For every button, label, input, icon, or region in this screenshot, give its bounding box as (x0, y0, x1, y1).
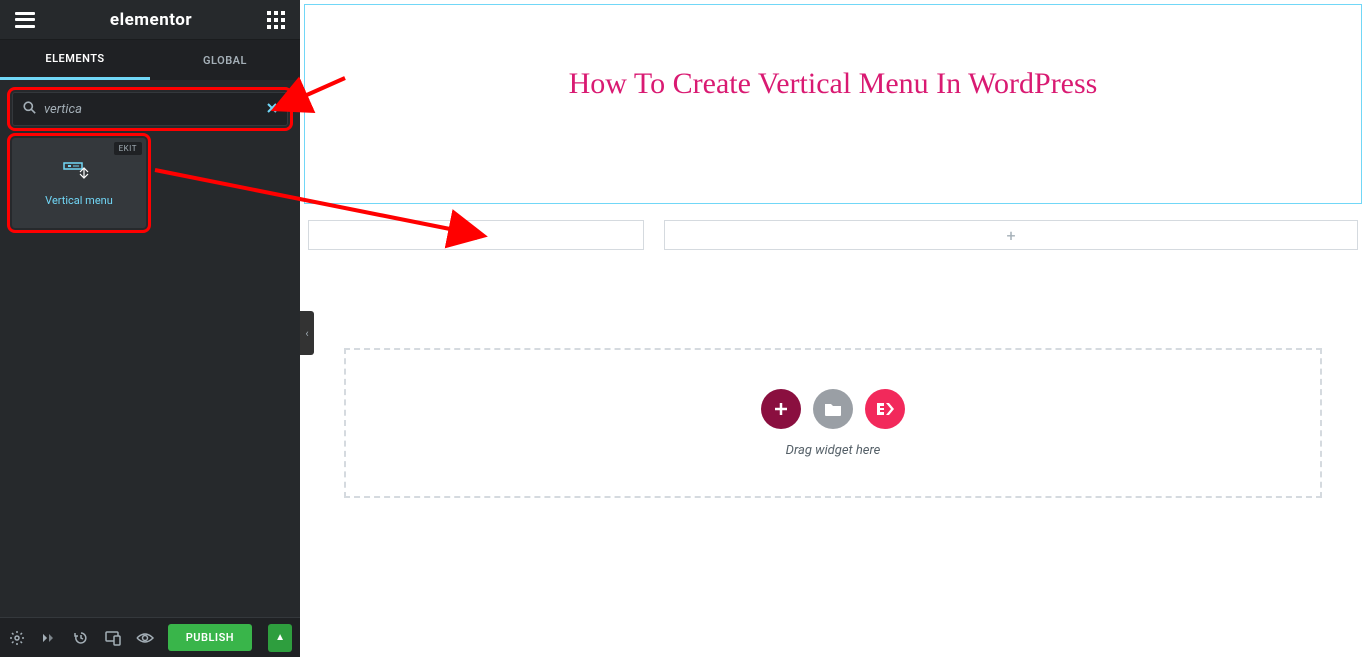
new-section-dropzone[interactable]: Drag widget here (344, 348, 1322, 498)
collapse-sidebar-icon[interactable]: ‹ (300, 311, 314, 355)
clear-search-icon[interactable] (267, 103, 277, 116)
page-title: How To Create Vertical Menu In WordPress (569, 67, 1098, 101)
plus-icon: + (471, 226, 480, 245)
publish-options[interactable]: ▲ (268, 624, 292, 652)
history-icon[interactable] (72, 629, 90, 647)
search-wrap (0, 80, 300, 138)
tab-elements[interactable]: ELEMENTS (0, 40, 150, 80)
elementor-sidebar: elementor ELEMENTS GLOBAL EKIT (0, 0, 300, 657)
brand-logo: elementor (110, 10, 192, 30)
settings-icon[interactable] (8, 629, 26, 647)
tab-global[interactable]: GLOBAL (150, 40, 300, 80)
columns-row: + + (304, 220, 1362, 250)
empty-column-right[interactable]: + (664, 220, 1358, 250)
editor-canvas: How To Create Vertical Menu In WordPress… (300, 0, 1366, 657)
search-input[interactable] (44, 102, 267, 117)
section-actions (761, 389, 905, 429)
sidebar-footer: PUBLISH ▲ (0, 617, 300, 657)
search-icon (23, 101, 36, 118)
widgets-grid: EKIT Vertical menu (0, 138, 300, 228)
active-section[interactable]: How To Create Vertical Menu In WordPress (304, 4, 1362, 204)
responsive-icon[interactable] (104, 629, 122, 647)
add-section-button[interactable] (761, 389, 801, 429)
elementskit-button[interactable] (865, 389, 905, 429)
sidebar-tabs: ELEMENTS GLOBAL (0, 40, 300, 80)
ekit-badge: EKIT (114, 142, 142, 155)
apps-grid-icon[interactable] (267, 11, 285, 29)
vertical-menu-icon (64, 160, 94, 184)
navigator-icon[interactable] (40, 629, 58, 647)
widget-vertical-menu[interactable]: EKIT Vertical menu (12, 138, 146, 228)
search-box[interactable] (12, 92, 288, 126)
plus-icon: + (1006, 226, 1015, 245)
template-library-button[interactable] (813, 389, 853, 429)
empty-column-left[interactable]: + (308, 220, 644, 250)
preview-icon[interactable] (136, 629, 154, 647)
menu-icon[interactable] (15, 12, 35, 28)
sidebar-header: elementor (0, 0, 300, 40)
drag-hint-text: Drag widget here (786, 443, 881, 458)
publish-button[interactable]: PUBLISH (168, 624, 252, 651)
widget-label: Vertical menu (45, 194, 113, 207)
